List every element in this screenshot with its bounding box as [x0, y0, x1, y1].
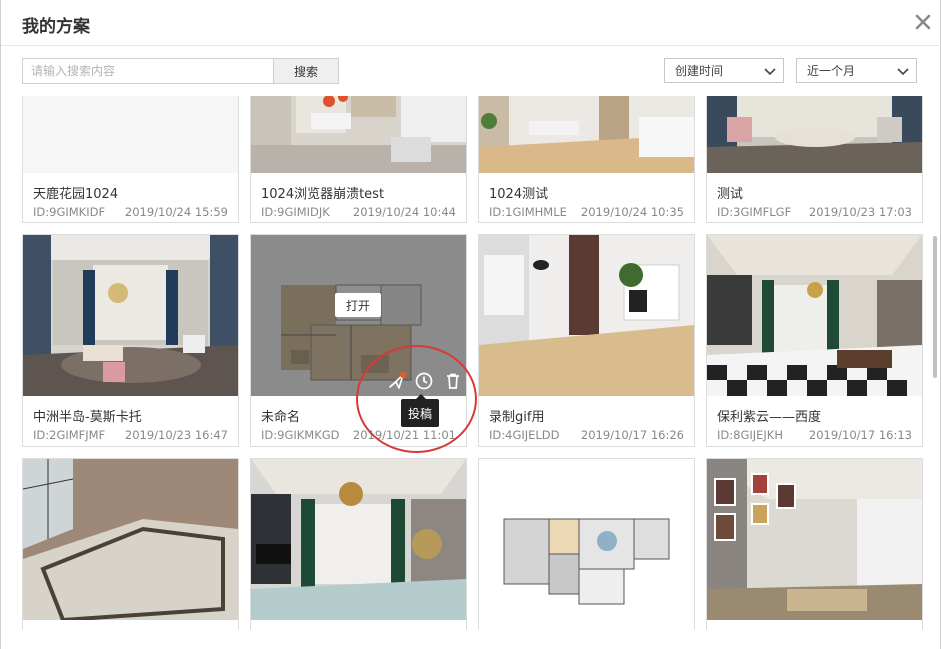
plan-thumbnail: [707, 96, 922, 173]
plan-card[interactable]: [22, 458, 239, 630]
plan-date: 2019/10/24 10:35: [580, 205, 684, 219]
plan-info: [707, 620, 922, 630]
plan-info: 测试 ID:3GIMFLGF 2019/10/23 17:03: [707, 173, 922, 222]
plan-info: [23, 620, 238, 630]
plan-info: 保利紫云——西度 ID:8GIJEJKH 2019/10/17 16:13: [707, 396, 922, 446]
dialog-title: 我的方案: [22, 17, 90, 37]
plan-thumbnail: [251, 96, 466, 173]
plan-name: 1024浏览器崩溃test: [261, 187, 385, 202]
publish-tooltip: 投稿: [401, 394, 439, 427]
plan-card[interactable]: [478, 458, 695, 630]
plan-id: ID:8GIJEJKH: [717, 428, 783, 442]
trash-icon[interactable]: [444, 372, 462, 390]
plan-info: 1024浏览器崩溃test ID:9GIMIDJK 2019/10/24 10:4…: [251, 173, 466, 222]
search-input[interactable]: [22, 58, 274, 84]
plan-card[interactable]: 保利紫云——西度 ID:8GIJEJKH 2019/10/17 16:13: [706, 234, 923, 447]
plan-name: 未命名: [261, 410, 301, 425]
plan-name: 天鹿花园1024: [33, 187, 119, 202]
time-range-select[interactable]: 近一个月: [796, 58, 917, 83]
chevron-down-icon: [764, 68, 776, 76]
plan-card[interactable]: [250, 458, 467, 630]
dialog-header: 我的方案: [1, 0, 941, 46]
scrollbar-thumb[interactable]: [933, 236, 937, 378]
sort-select[interactable]: 创建时间: [664, 58, 784, 83]
my-plans-dialog: 我的方案 搜索 创建时间 近一个月 天鹿花园1024 ID:9GIMKIDF 20…: [0, 0, 941, 649]
plan-card[interactable]: 测试 ID:3GIMFLGF 2019/10/23 17:03: [706, 96, 923, 223]
plan-date: 2019/10/17 16:26: [580, 428, 684, 442]
plan-name: 中洲半岛-莫斯卡托: [33, 410, 142, 425]
plan-date: 2019/10/23 16:47: [124, 428, 228, 442]
plan-thumbnail: [479, 235, 694, 396]
plan-card[interactable]: 天鹿花园1024 ID:9GIMKIDF 2019/10/24 15:59: [22, 96, 239, 223]
plan-date: 2019/10/21 11:01: [352, 428, 456, 442]
plan-info: 录制gif用 ID:4GIJELDD 2019/10/17 16:26: [479, 396, 694, 446]
plan-thumbnail: [23, 235, 238, 396]
plan-name: 录制gif用: [489, 410, 545, 425]
plan-info: 天鹿花园1024 ID:9GIMKIDF 2019/10/24 15:59: [23, 173, 238, 222]
plan-id: ID:9GIMIDJK: [261, 205, 330, 219]
history-icon[interactable]: [415, 372, 433, 390]
search-button[interactable]: 搜索: [273, 58, 339, 84]
plan-id: ID:1GIMHMLE: [489, 205, 567, 219]
plan-id: ID:3GIMFLGF: [717, 205, 792, 219]
plan-card[interactable]: 中洲半岛-莫斯卡托 ID:2GIMFJMF 2019/10/23 16:47: [22, 234, 239, 447]
plan-thumbnail: [23, 96, 238, 173]
plan-name: 1024测试: [489, 187, 549, 202]
publish-icon[interactable]: [388, 372, 406, 390]
plan-id: ID:9GIMKIDF: [33, 205, 106, 219]
plan-name: 测试: [717, 187, 744, 202]
sort-select-value: 创建时间: [675, 64, 724, 78]
plan-grid: 天鹿花园1024 ID:9GIMKIDF 2019/10/24 15:59 10…: [1, 96, 941, 630]
plan-name: 保利紫云——西度: [717, 410, 822, 425]
plan-card[interactable]: 1024测试 ID:1GIMHMLE 2019/10/24 10:35: [478, 96, 695, 223]
plan-date: 2019/10/17 16:13: [808, 428, 912, 442]
plan-card[interactable]: 录制gif用 ID:4GIJELDD 2019/10/17 16:26: [478, 234, 695, 447]
plan-date: 2019/10/24 15:59: [124, 205, 228, 219]
plan-date: 2019/10/24 10:44: [352, 205, 456, 219]
plan-date: 2019/10/23 17:03: [808, 205, 912, 219]
chevron-down-icon: [897, 68, 909, 76]
plan-info: [479, 620, 694, 630]
plan-id: ID:4GIJELDD: [489, 428, 560, 442]
plan-info: 中洲半岛-莫斯卡托 ID:2GIMFJMF 2019/10/23 16:47: [23, 396, 238, 446]
plan-card[interactable]: 1024浏览器崩溃test ID:9GIMIDJK 2019/10/24 10:4…: [250, 96, 467, 223]
time-range-select-value: 近一个月: [807, 64, 856, 78]
plan-thumbnail: [479, 96, 694, 173]
plan-thumbnail: [23, 459, 238, 620]
plan-thumbnail: [251, 459, 466, 620]
plan-thumbnail: [479, 459, 694, 620]
plan-thumbnail: 打开: [251, 235, 466, 396]
close-icon[interactable]: [910, 9, 936, 35]
plan-info: 1024测试 ID:1GIMHMLE 2019/10/24 10:35: [479, 173, 694, 222]
plan-id: ID:9GIKMKGD: [261, 428, 340, 442]
plan-info: [251, 620, 466, 630]
plan-id: ID:2GIMFJMF: [33, 428, 106, 442]
plan-thumbnail: [707, 459, 922, 620]
open-button[interactable]: 打开: [335, 293, 381, 317]
plan-thumbnail: [707, 235, 922, 396]
plan-card[interactable]: [706, 458, 923, 630]
